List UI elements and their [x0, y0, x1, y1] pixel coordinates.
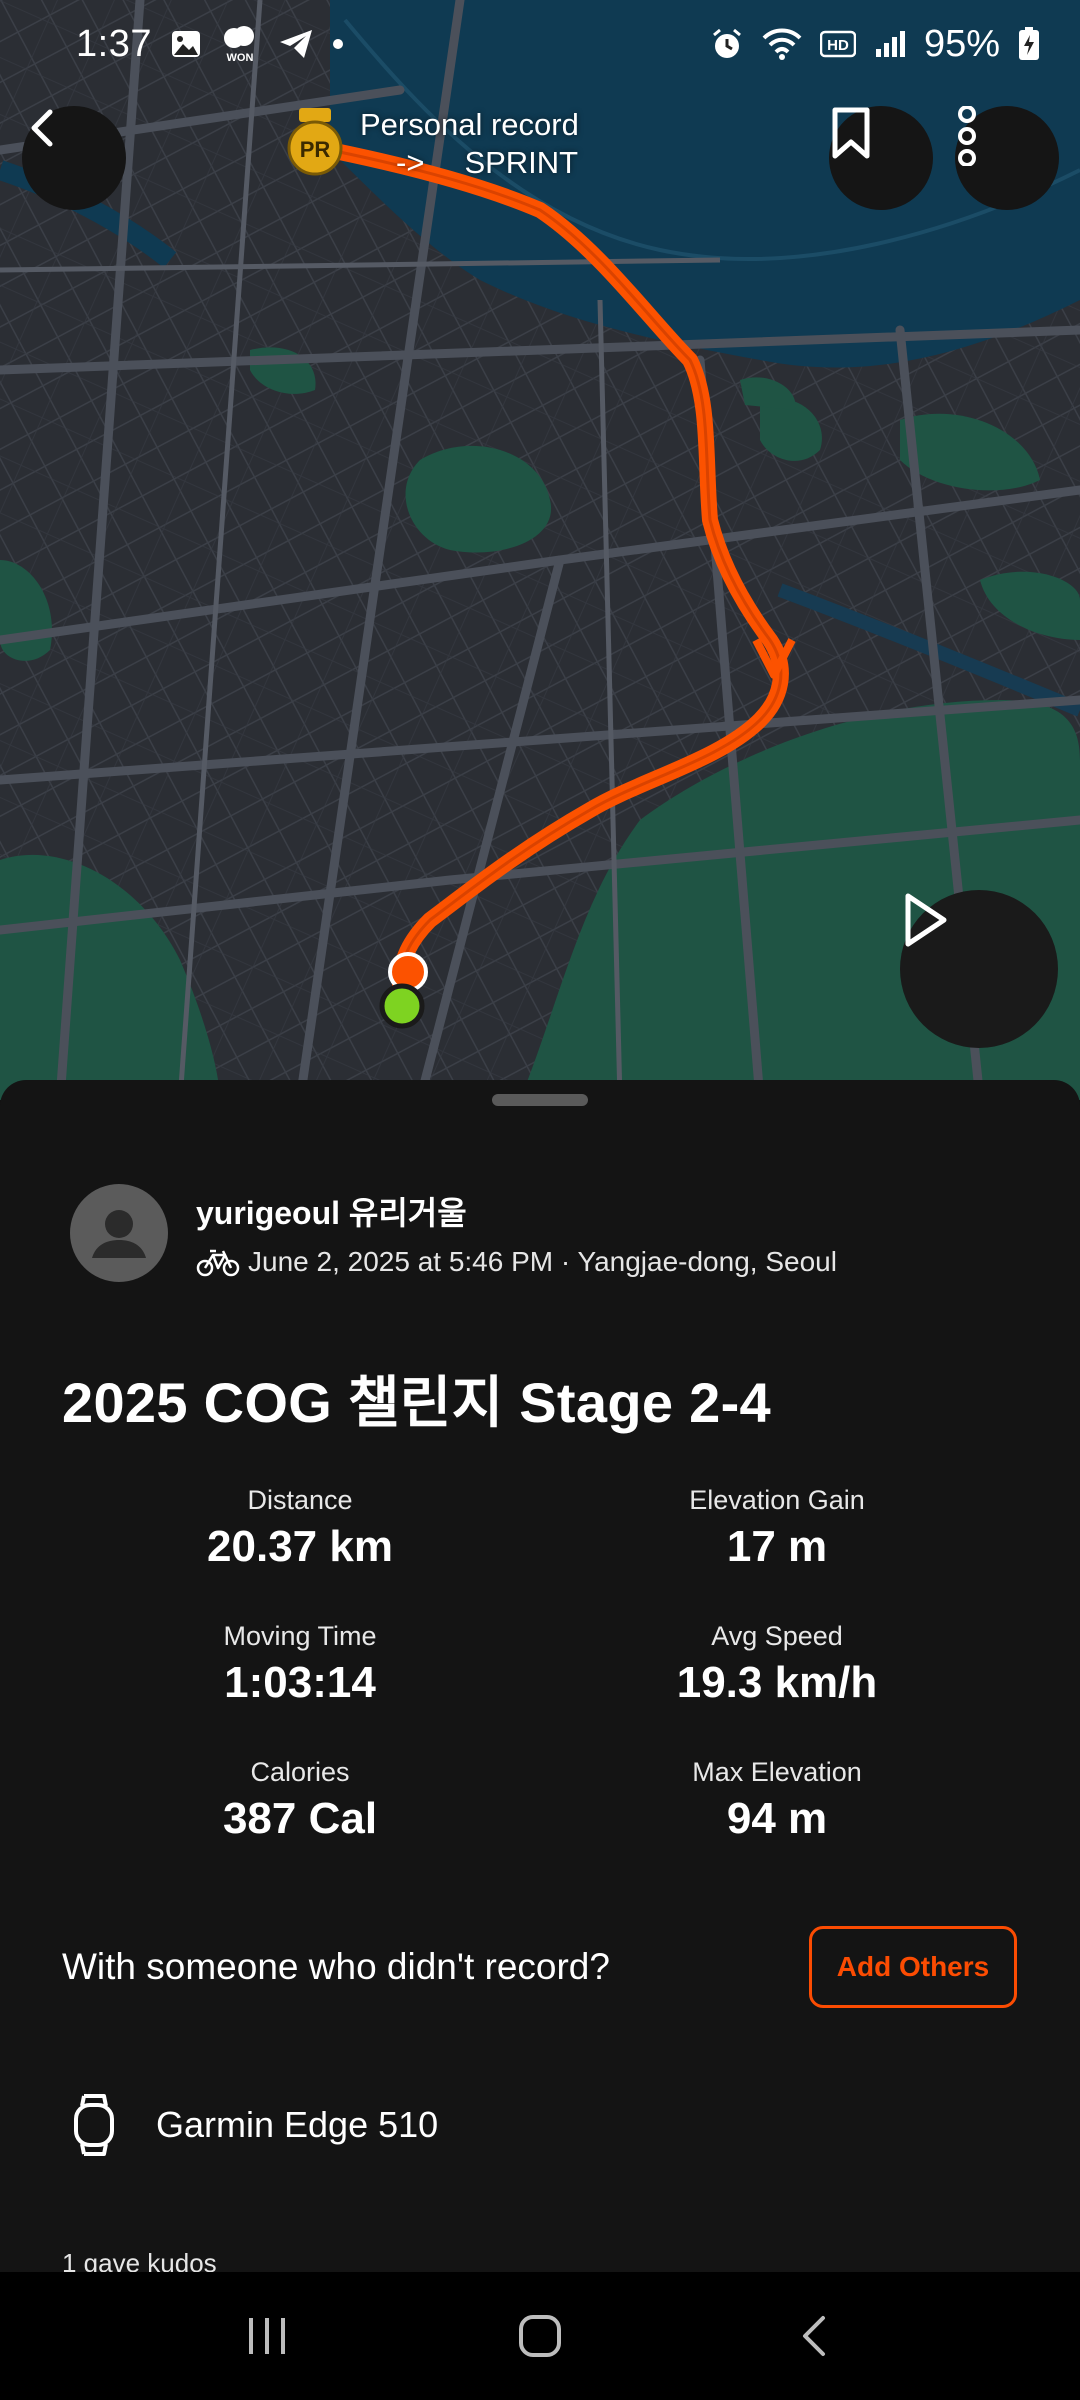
play-icon: [905, 893, 947, 947]
stat-value: 387 Cal: [222, 1794, 378, 1843]
add-others-prompt: With someone who didn't record?: [62, 1946, 610, 1987]
status-time: 1:37: [76, 22, 152, 65]
back-button[interactable]: [22, 106, 126, 210]
recents-button[interactable]: [217, 2296, 317, 2376]
stat-distance: Distance 20.37 km: [90, 1485, 510, 1572]
hd-icon: HD: [819, 30, 856, 58]
stat-value: 19.3 km/h: [676, 1658, 878, 1707]
stat-calories: Calories 387 Cal: [90, 1757, 510, 1844]
stat-label: Max Elevation: [692, 1757, 862, 1787]
stat-moving-time: Moving Time 1:03:14: [90, 1621, 510, 1708]
kudos-count[interactable]: 1 gave kudos: [62, 2248, 217, 2272]
start-marker: [379, 983, 425, 1029]
svg-text:PR: PR: [300, 137, 331, 162]
athlete-name[interactable]: yurigeoul 유리거울: [196, 1188, 837, 1234]
stat-label: Moving Time: [223, 1621, 377, 1651]
wifi-icon: [762, 28, 802, 60]
activity-detail-sheet[interactable]: yurigeoul 유리거울 June 2, 2025 at 5:46 PM ·…: [0, 1080, 1080, 2272]
device-name: Garmin Edge 510: [156, 2104, 439, 2145]
back-nav-icon: [803, 2316, 826, 2356]
stat-elevation-gain: Elevation Gain 17 m: [567, 1485, 987, 1572]
activity-title: 2025 COG 챌린지 Stage 2-4: [62, 1371, 771, 1434]
recents-icon: [248, 2318, 285, 2354]
stat-label: Distance: [247, 1485, 353, 1515]
back-nav-button[interactable]: [763, 2296, 863, 2376]
svg-text:WON: WON: [227, 52, 254, 64]
alarm-icon: [710, 27, 744, 61]
back-icon: [31, 109, 53, 147]
athlete-header[interactable]: yurigeoul 유리거울 June 2, 2025 at 5:46 PM ·…: [70, 1184, 837, 1282]
stat-max-elevation: Max Elevation 94 m: [567, 1757, 987, 1844]
route-map[interactable]: PR Personal record -> SPRINT: [0, 0, 1080, 1100]
person-icon: [92, 1210, 146, 1258]
pr-title: Personal record: [360, 107, 579, 142]
sheet-drag-handle[interactable]: [492, 1094, 588, 1106]
add-others-row: With someone who didn't record? Add Othe…: [62, 1926, 1017, 2008]
device-row: Garmin Edge 510: [70, 2092, 438, 2158]
personal-record-label: Personal record -> SPRINT: [360, 106, 618, 182]
avatar[interactable]: [70, 1184, 168, 1282]
stat-value: 17 m: [726, 1522, 828, 1571]
activity-date-location: June 2, 2025 at 5:46 PM · Yangjae-dong, …: [248, 1246, 837, 1277]
dot-icon: [332, 38, 344, 50]
stat-label: Avg Speed: [711, 1621, 843, 1651]
watch-icon: [74, 2094, 114, 2156]
status-bar: 1:37 WON HD 95%: [0, 0, 1080, 88]
more-icon: [958, 106, 976, 166]
pr-segment-name: SPRINT: [464, 145, 579, 180]
battery-percentage: 95%: [923, 22, 1000, 65]
won-icon: WON: [220, 24, 260, 64]
svg-text:HD: HD: [827, 37, 849, 54]
stat-value: 20.37 km: [207, 1522, 393, 1571]
add-others-button[interactable]: Add Others: [809, 1926, 1017, 2008]
stat-value: 1:03:14: [224, 1658, 376, 1707]
play-flyover-button[interactable]: [900, 890, 1058, 1048]
bookmark-button[interactable]: [829, 106, 933, 210]
stat-value: 94 m: [726, 1794, 828, 1843]
pr-arrow: ->: [396, 145, 425, 180]
battery-icon: [1018, 27, 1040, 61]
home-button[interactable]: [490, 2296, 590, 2376]
more-options-button[interactable]: [955, 106, 1059, 210]
home-icon: [518, 2315, 561, 2357]
bike-icon: [196, 1249, 240, 1277]
stat-label: Calories: [250, 1757, 350, 1787]
stat-avg-speed: Avg Speed 19.3 km/h: [567, 1621, 987, 1708]
bookmark-icon: [832, 107, 870, 159]
gallery-icon: [170, 29, 202, 59]
stat-label: Elevation Gain: [689, 1485, 865, 1515]
telegram-icon: [278, 28, 314, 60]
system-nav-bar: [0, 2272, 1080, 2400]
signal-icon: [874, 29, 906, 59]
